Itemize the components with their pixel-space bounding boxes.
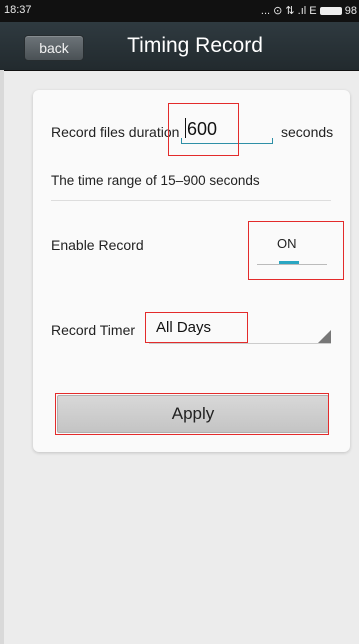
signal-icons: ... ⊙ ⇅ .ıl E: [260, 5, 317, 17]
left-edge-divider: [0, 70, 4, 644]
status-icons: ... ⊙ ⇅ .ıl E 98: [237, 4, 357, 17]
status-bar: 18:37 ... ⊙ ⇅ .ıl E 98: [0, 0, 359, 22]
app-header: back Timing Record: [0, 22, 359, 71]
toggle-track: [257, 264, 327, 265]
timer-selected-value: All Days: [156, 319, 212, 336]
text-caret: [185, 118, 186, 138]
toggle-state-text: ON: [277, 236, 297, 251]
enable-record-label: Enable Record: [51, 237, 144, 253]
back-button[interactable]: back: [24, 35, 84, 61]
record-timer-label: Record Timer: [51, 322, 136, 338]
page-title: Timing Record: [127, 34, 263, 57]
divider: [51, 200, 331, 201]
duration-label: Record files duration: [51, 124, 180, 140]
apply-button[interactable]: Apply: [57, 395, 329, 433]
toggle-thumb: [279, 261, 299, 264]
enable-record-toggle[interactable]: ON: [257, 230, 327, 270]
record-timer-select[interactable]: All Days: [149, 312, 331, 344]
battery-percent: 98: [344, 5, 357, 17]
select-underline: [149, 343, 331, 344]
battery-icon: [319, 7, 342, 16]
duration-input-underline: [181, 138, 273, 144]
range-hint: The time range of 15–900 seconds: [51, 173, 260, 188]
timing-record-card: Record files duration seconds The time r…: [33, 90, 350, 452]
duration-unit-label: seconds: [281, 124, 334, 140]
dropdown-arrow-icon: [318, 330, 331, 343]
duration-input[interactable]: [181, 116, 277, 142]
status-time: 18:37: [4, 4, 32, 16]
